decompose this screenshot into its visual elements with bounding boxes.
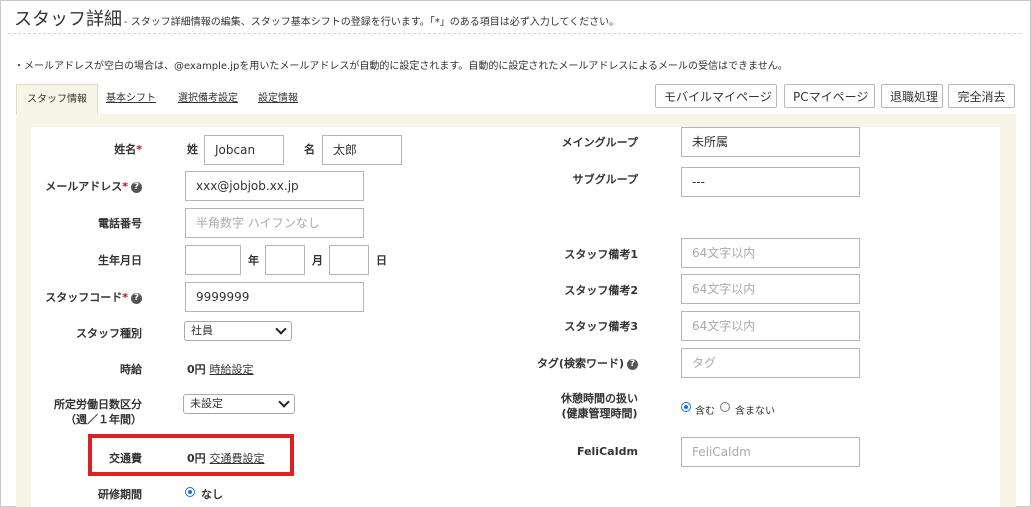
birth-month-input[interactable]	[265, 245, 305, 275]
hourly-amount: 0円 時給設定	[187, 363, 254, 376]
tag-label: タグ(検索ワード)?	[537, 355, 638, 371]
retire-button[interactable]: 退職処理	[881, 84, 943, 108]
question-circle-icon[interactable]: ?	[627, 359, 638, 370]
delete-all-button[interactable]: 完全消去	[948, 84, 1015, 108]
break-include-radio[interactable]	[681, 402, 691, 412]
page-title: スタッフ詳細	[14, 9, 122, 30]
sub-group-input[interactable]: ---	[681, 167, 860, 197]
tag-input[interactable]: タグ	[681, 348, 860, 378]
hourly-label: 時給	[120, 363, 142, 376]
chevron-down-icon	[278, 396, 290, 408]
tab-basic-shift[interactable]: 基本シフト	[106, 84, 156, 114]
workdays-label: 所定労働日数区分 （週／１年間）	[54, 398, 142, 426]
break-exclude-label: 含まない	[735, 406, 775, 417]
break-label: 休憩時間の扱い (健康管理時間)	[561, 392, 638, 420]
hourly-settings-link[interactable]: 時給設定	[210, 363, 254, 376]
staff-type-select[interactable]: 社員	[184, 321, 292, 341]
page-subtitle: - スタッフ詳細情報の編集、スタッフ基本シフトの登録を行います。「*」のある項目…	[124, 17, 620, 28]
mei-input[interactable]: 太郎	[322, 135, 402, 165]
sei-label: 姓	[187, 143, 198, 156]
header-divider	[8, 33, 1021, 34]
note1-input[interactable]: 64文字以内	[681, 238, 860, 268]
tab-settings[interactable]: 設定情報	[258, 84, 298, 114]
note1-label: スタッフ備考1	[564, 248, 638, 261]
sei-input[interactable]: Jobcan	[204, 135, 284, 165]
pc-mypage-button[interactable]: PCマイページ	[784, 84, 875, 108]
staff-code-input[interactable]: 9999999	[185, 282, 364, 312]
phone-label: 電話番号	[98, 217, 142, 230]
tab-staff-info[interactable]: スタッフ情報	[16, 84, 98, 115]
name-label: 姓名*	[114, 143, 142, 156]
birth-year-input[interactable]	[185, 245, 241, 275]
day-label: 日	[376, 254, 387, 267]
training-none-radio[interactable]	[185, 487, 195, 497]
chevron-down-icon	[275, 323, 287, 335]
mobile-mypage-button[interactable]: モバイルマイページ	[655, 84, 777, 108]
workdays-selected: 未設定	[190, 397, 223, 410]
main-group-label: メイングループ	[561, 136, 638, 149]
training-label: 研修期間	[98, 488, 142, 501]
email-notice: ・メールアドレスが空白の場合は、@example.jpを用いたメールアドレスが自…	[14, 61, 788, 72]
email-label: メールアドレス*?	[45, 178, 142, 194]
sub-group-label: サブグループ	[572, 173, 638, 186]
birthday-label: 生年月日	[98, 254, 142, 267]
year-label: 年	[248, 254, 259, 267]
training-none-label: なし	[201, 488, 223, 501]
page-header: スタッフ詳細 - スタッフ詳細情報の編集、スタッフ基本シフトの登録を行います。「…	[0, 0, 1031, 32]
workdays-select[interactable]: 未設定	[183, 394, 295, 414]
break-exclude-radio[interactable]	[720, 402, 730, 412]
question-circle-icon[interactable]: ?	[131, 182, 142, 193]
felica-input[interactable]: FeliCaIdm	[681, 437, 860, 467]
main-group-input[interactable]: 未所属	[681, 127, 860, 157]
staff-type-label: スタッフ種別	[76, 327, 142, 340]
mei-label: 名	[304, 143, 315, 156]
email-input[interactable]: xxx@jobjob.xx.jp	[185, 171, 364, 201]
note3-label: スタッフ備考3	[564, 320, 638, 333]
note3-input[interactable]: 64文字以内	[681, 311, 860, 341]
month-label: 月	[312, 254, 323, 267]
phone-input[interactable]: 半角数字 ハイフンなし	[185, 208, 364, 238]
transport-highlight-box	[88, 434, 294, 476]
note2-label: スタッフ備考2	[564, 284, 638, 297]
birth-day-input[interactable]	[329, 245, 369, 275]
note2-input[interactable]: 64文字以内	[681, 274, 860, 304]
break-include-label: 含む	[695, 406, 715, 417]
tab-selection-notes[interactable]: 選択備考設定	[178, 84, 238, 114]
felica-label: FeliCaIdm	[577, 445, 638, 458]
staff-code-label: スタッフコード*?	[45, 289, 142, 305]
question-circle-icon[interactable]: ?	[131, 293, 142, 304]
staff-type-selected: 社員	[191, 324, 213, 337]
